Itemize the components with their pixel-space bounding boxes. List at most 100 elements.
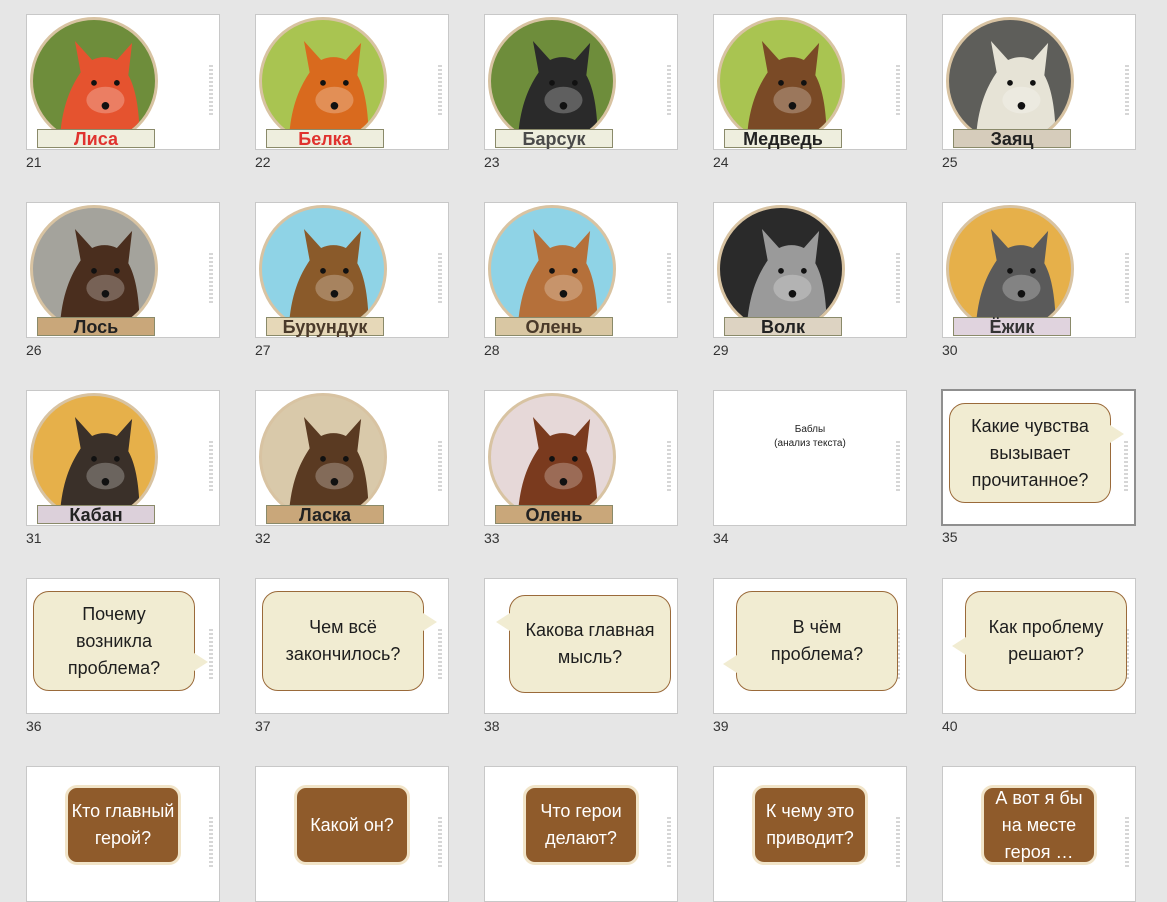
animal-circle xyxy=(259,205,387,333)
slide-thumbnail-26[interactable]: Лось 26 xyxy=(26,202,220,359)
watermark-strip xyxy=(1125,65,1129,115)
slide-number: 27 xyxy=(255,342,271,358)
slide-canvas[interactable]: Какой он? xyxy=(255,766,449,902)
slide-canvas[interactable]: Олень xyxy=(484,390,678,526)
slide-number: 32 xyxy=(255,530,271,546)
slide-number: 24 xyxy=(713,154,729,170)
fox-icon xyxy=(59,40,140,142)
slide-thumbnail-28[interactable]: Олень 28 xyxy=(484,202,678,359)
slide-canvas[interactable]: Олень xyxy=(484,202,678,338)
slide-thumbnail-32[interactable]: Ласка 32 xyxy=(255,390,449,547)
slide-number: 28 xyxy=(484,342,500,358)
slide-sorter-grid: Лиса 21 Белка 22 Барсук 23 Медведь 24 Заяц 25 Лось… xyxy=(0,0,1167,902)
watermark-strip xyxy=(438,253,442,303)
slide-canvas[interactable]: Кто главный герой? xyxy=(26,766,220,902)
chipmunk-icon xyxy=(288,228,369,330)
slide-canvas[interactable]: Лиса xyxy=(26,14,220,150)
slide-thumbnail-31[interactable]: Кабан 31 xyxy=(26,390,220,547)
slide-thumbnail-27[interactable]: Бурундук 27 xyxy=(255,202,449,359)
animal-circle xyxy=(488,205,616,333)
animal-name-label: Белка xyxy=(266,129,384,149)
slide-thumbnail-24[interactable]: Медведь 24 xyxy=(713,14,907,171)
animal-name-label: Кабан xyxy=(37,505,155,525)
slide-thumbnail-22[interactable]: Белка 22 xyxy=(255,14,449,171)
slide-thumbnail-34[interactable]: Баблы (анализ текста) 34 xyxy=(713,390,907,547)
slide-canvas[interactable]: Лось xyxy=(26,202,220,338)
slide-thumbnail-29[interactable]: Волк 29 xyxy=(713,202,907,359)
slide-canvas[interactable]: Почему возникла проблема? xyxy=(26,578,220,714)
bubble-tail xyxy=(423,613,437,631)
slide-number: 21 xyxy=(26,154,42,170)
animal-circle xyxy=(259,393,387,521)
slide-canvas[interactable]: Баблы (анализ текста) xyxy=(713,390,907,526)
slide-thumbnail-25[interactable]: Заяц 25 xyxy=(942,14,1136,171)
watermark-strip xyxy=(896,253,900,303)
slide-canvas[interactable]: Чем всё закончилось? xyxy=(255,578,449,714)
slide-canvas[interactable]: Заяц xyxy=(942,14,1136,150)
slide-canvas[interactable]: Как проблему решают? xyxy=(942,578,1136,714)
slide-thumbnail-cell-24[interactable]: К чему это приводит? xyxy=(713,766,907,902)
slide-thumbnail-23[interactable]: Барсук 23 xyxy=(484,14,678,171)
slide-thumbnail-33[interactable]: Олень 33 xyxy=(484,390,678,547)
slide-thumbnail-cell-25[interactable]: А вот я бы на месте героя … xyxy=(942,766,1136,902)
slide-thumbnail-cell-22[interactable]: Какой он? xyxy=(255,766,449,902)
slide-canvas[interactable]: К чему это приводит? xyxy=(713,766,907,902)
animal-circle xyxy=(946,17,1074,145)
watermark-strip xyxy=(1124,441,1128,491)
slide-canvas[interactable]: Барсук xyxy=(484,14,678,150)
slide-thumbnail-37[interactable]: Чем всё закончилось? 37 xyxy=(255,578,449,735)
animal-name-label: Бурундук xyxy=(266,317,384,337)
slide-number: 34 xyxy=(713,530,729,546)
slide-number: 23 xyxy=(484,154,500,170)
title-text: Баблы (анализ текста) xyxy=(714,423,906,451)
boar-icon xyxy=(59,416,140,518)
slide-thumbnail-cell-21[interactable]: Кто главный герой? xyxy=(26,766,220,902)
slide-canvas[interactable]: Ласка xyxy=(255,390,449,526)
slide-canvas[interactable]: Медведь xyxy=(713,14,907,150)
slide-number: 26 xyxy=(26,342,42,358)
deer-fawn-icon xyxy=(517,228,598,330)
slide-canvas[interactable]: В чём проблема? xyxy=(713,578,907,714)
slide-canvas[interactable]: Ёжик xyxy=(942,202,1136,338)
animal-circle xyxy=(30,205,158,333)
animal-circle xyxy=(717,205,845,333)
watermark-strip xyxy=(896,817,900,867)
watermark-strip xyxy=(1125,253,1129,303)
watermark-strip xyxy=(438,629,442,679)
slide-canvas[interactable]: Кабан xyxy=(26,390,220,526)
speech-bubble: Почему возникла проблема? xyxy=(33,591,195,691)
slide-canvas[interactable]: Бурундук xyxy=(255,202,449,338)
slide-number: 35 xyxy=(942,529,958,545)
slide-thumbnail-36[interactable]: Почему возникла проблема? 36 xyxy=(26,578,220,735)
slide-canvas[interactable]: Какова главная мысль? xyxy=(484,578,678,714)
question-box: А вот я бы на месте героя … xyxy=(981,785,1097,865)
watermark-strip xyxy=(438,817,442,867)
watermark-strip xyxy=(667,441,671,491)
animal-name-label: Барсук xyxy=(495,129,613,149)
slide-thumbnail-cell-23[interactable]: Что герои делают? xyxy=(484,766,678,902)
slide-thumbnail-35[interactable]: Какие чувства вызывает прочитанное? 35 xyxy=(941,389,1136,546)
speech-bubble: В чём проблема? xyxy=(736,591,898,691)
slide-thumbnail-38[interactable]: Какова главная мысль? 38 xyxy=(484,578,678,735)
slide-number: 25 xyxy=(942,154,958,170)
watermark-strip xyxy=(438,441,442,491)
bubble-tail xyxy=(194,653,208,671)
slide-thumbnail-21[interactable]: Лиса 21 xyxy=(26,14,220,171)
animal-circle xyxy=(717,17,845,145)
speech-bubble: Как проблему решают? xyxy=(965,591,1127,691)
slide-thumbnail-30[interactable]: Ёжик 30 xyxy=(942,202,1136,359)
animal-circle xyxy=(488,17,616,145)
watermark-strip xyxy=(667,65,671,115)
watermark-strip xyxy=(209,65,213,115)
slide-canvas[interactable]: А вот я бы на месте героя … xyxy=(942,766,1136,902)
animal-name-label: Медведь xyxy=(724,129,842,149)
question-box: Что герои делают? xyxy=(523,785,639,865)
slide-canvas[interactable]: Белка xyxy=(255,14,449,150)
slide-thumbnail-39[interactable]: В чём проблема? 39 xyxy=(713,578,907,735)
title-line: Баблы xyxy=(794,424,826,435)
slide-canvas[interactable]: Волк xyxy=(713,202,907,338)
slide-thumbnail-40[interactable]: Как проблему решают? 40 xyxy=(942,578,1136,735)
slide-canvas[interactable]: Что герои делают? xyxy=(484,766,678,902)
slide-canvas[interactable]: Какие чувства вызывает прочитанное? xyxy=(941,389,1136,526)
slide-number: 33 xyxy=(484,530,500,546)
